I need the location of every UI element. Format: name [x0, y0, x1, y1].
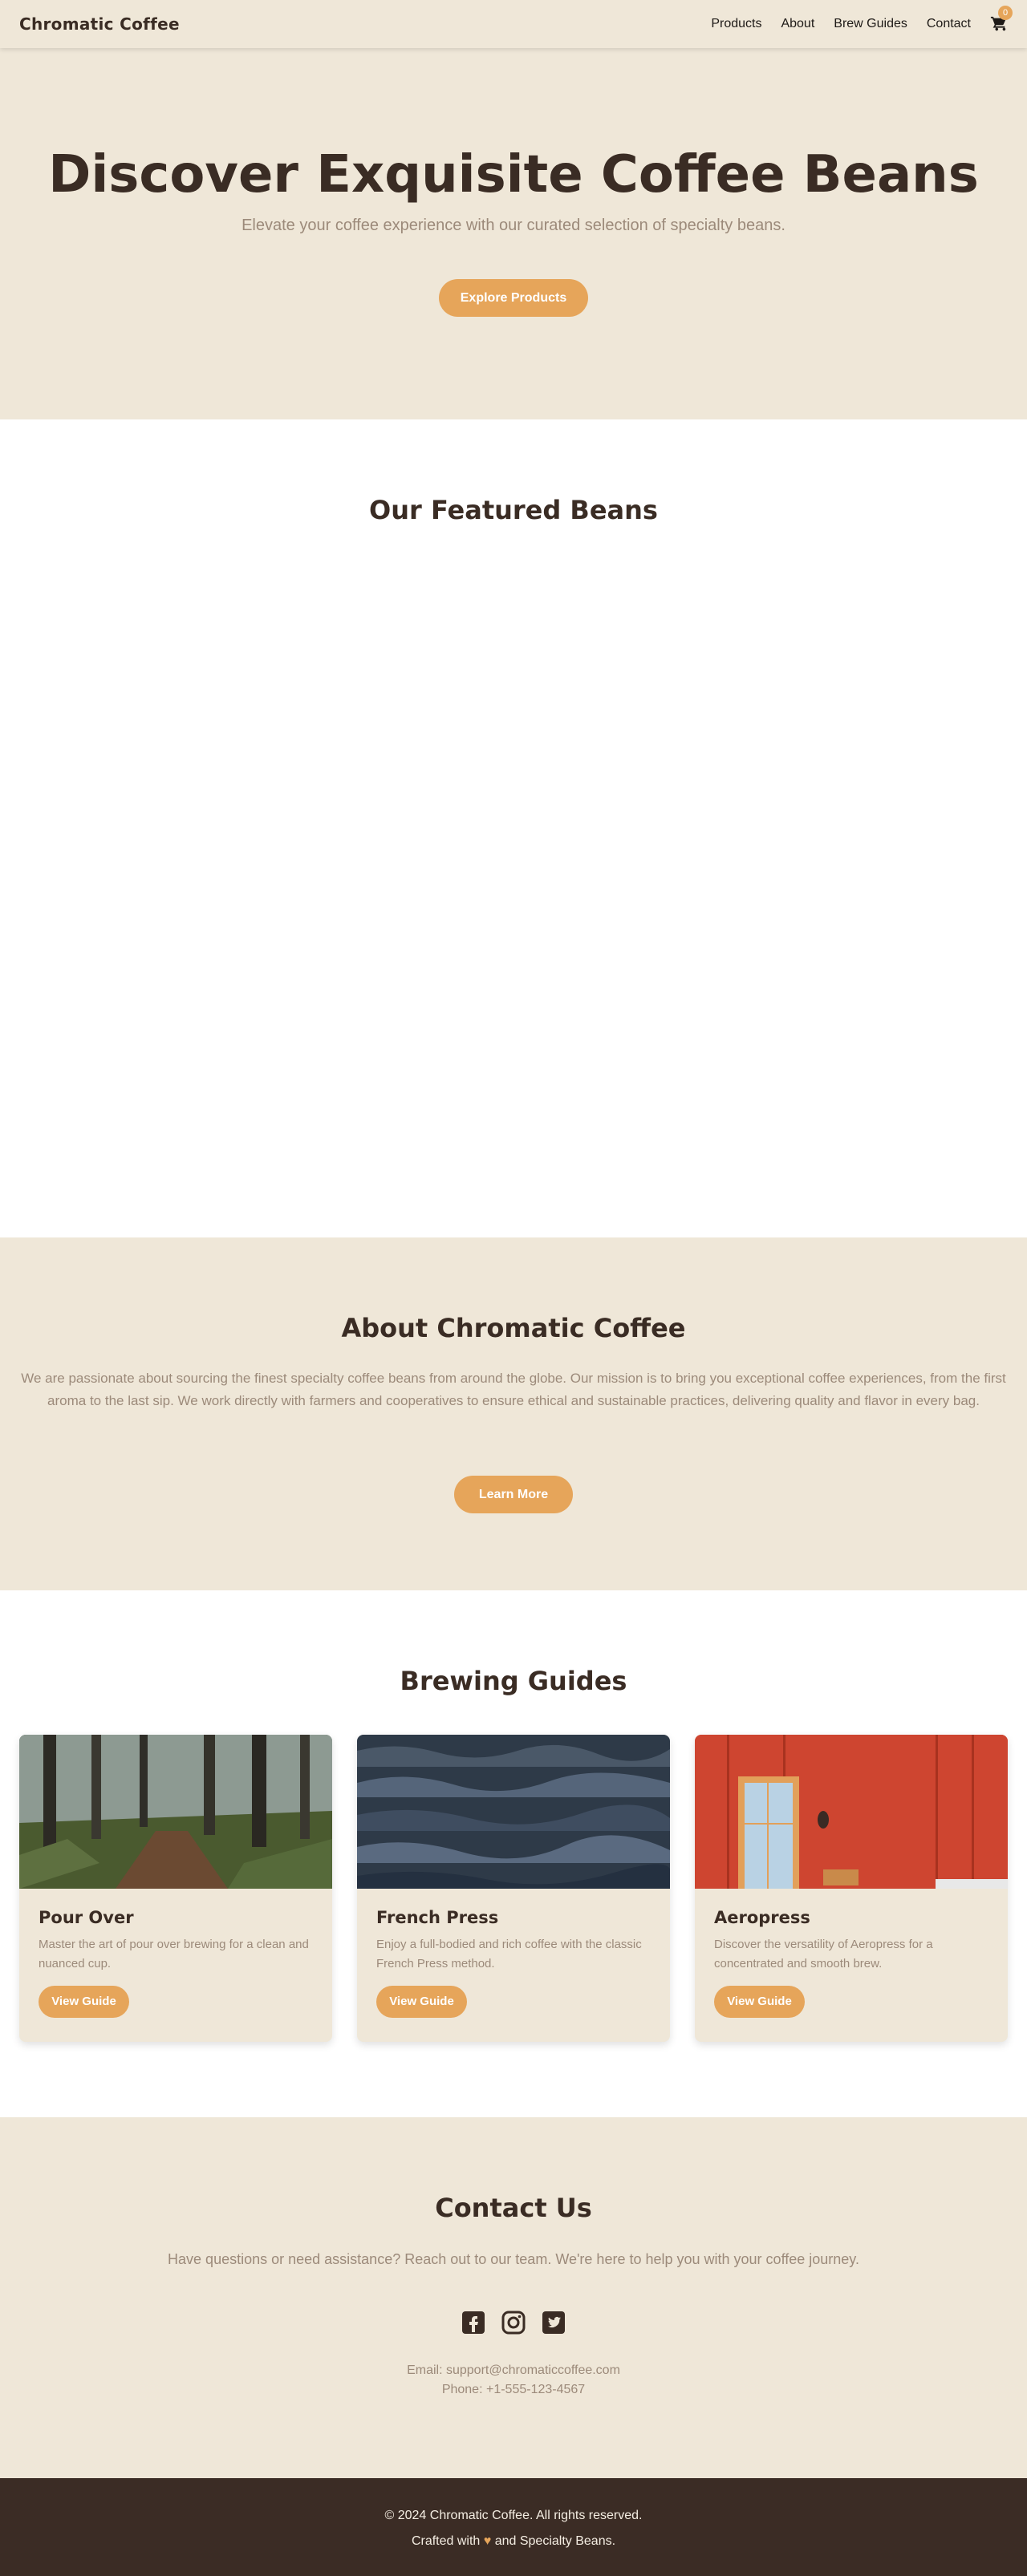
heart-icon: ♥ [483, 2534, 492, 2548]
featured-title: Our Featured Beans [369, 495, 658, 525]
view-guide-button[interactable]: View Guide [39, 1986, 129, 2018]
view-guide-button[interactable]: View Guide [714, 1986, 805, 2018]
guide-card-aeropress: Aeropress Discover the versatility of Ae… [695, 1735, 1008, 2042]
guide-image-red-wall [695, 1735, 1008, 1889]
guide-card-french-press: French Press Enjoy a full-bodied and ric… [357, 1735, 670, 2042]
hero-section: Discover Exquisite Coffee Beans Elevate … [0, 0, 1027, 419]
nav-about[interactable]: About [781, 17, 814, 31]
about-text: We are passionate about sourcing the fin… [21, 1371, 1006, 1408]
guide-title: French Press [376, 1908, 499, 1927]
twitter-icon[interactable] [541, 2310, 566, 2335]
cart-count-badge: 0 [998, 6, 1013, 20]
nav-products[interactable]: Products [711, 17, 761, 31]
main-nav: Products About Brew Guides Contact 0 [692, 6, 1013, 33]
guide-description: Master the art of pour over brewing for … [39, 1938, 309, 1970]
guide-image-forest [19, 1735, 332, 1889]
facebook-icon[interactable] [461, 2310, 486, 2335]
site-header: Chromatic Coffee Products About Brew Gui… [0, 0, 1027, 48]
brand-logo[interactable]: Chromatic Coffee [19, 14, 180, 34]
about-title: About Chromatic Coffee [341, 1313, 686, 1343]
explore-products-button[interactable]: Explore Products [439, 279, 588, 317]
view-guide-button[interactable]: View Guide [376, 1986, 467, 2018]
guide-card-pour-over: Pour Over Master the art of pour over br… [19, 1735, 332, 2042]
guide-image-waves [357, 1735, 670, 1889]
crafted-prefix: Crafted with [411, 2534, 481, 2548]
guide-description: Enjoy a full-bodied and rich coffee with… [376, 1938, 642, 1970]
guide-description: Discover the versatility of Aeropress fo… [714, 1938, 933, 1970]
footer-crafted: Crafted with ♥ and Specialty Beans. [0, 2534, 1027, 2549]
contact-text: Have questions or need assistance? Reach… [168, 2251, 859, 2267]
contact-phone[interactable]: Phone: +1-555-123-4567 [0, 2383, 1027, 2397]
footer-copyright: © 2024 Chromatic Coffee. All rights rese… [384, 2509, 643, 2522]
nav-brew-guides[interactable]: Brew Guides [834, 17, 907, 31]
crafted-suffix: and Specialty Beans. [494, 2534, 616, 2548]
nav-contact[interactable]: Contact [927, 17, 971, 31]
contact-section: Contact Us Have questions or need assist… [0, 2117, 1027, 2478]
brewing-guides-section: Brewing Guides Pour Over Master the art … [0, 1590, 1027, 2117]
about-section: About Chromatic Coffee We are passionate… [0, 1237, 1027, 1590]
site-footer: © 2024 Chromatic Coffee. All rights rese… [0, 2478, 1027, 2576]
contact-title: Contact Us [435, 2193, 592, 2223]
hero-title: Discover Exquisite Coffee Beans [48, 145, 979, 205]
guides-title: Brewing Guides [400, 1666, 627, 1696]
learn-more-button[interactable]: Learn More [454, 1476, 573, 1513]
contact-email[interactable]: Email: support@chromaticcoffee.com [0, 2363, 1027, 2378]
cart-button[interactable]: 0 [990, 6, 1013, 33]
featured-section: Our Featured Beans [0, 419, 1027, 1237]
hero-subtitle: Elevate your coffee experience with our … [242, 217, 785, 234]
guide-title: Pour Over [39, 1908, 134, 1927]
social-links [461, 2310, 566, 2335]
guide-title: Aeropress [714, 1908, 810, 1927]
instagram-icon[interactable] [501, 2310, 526, 2335]
